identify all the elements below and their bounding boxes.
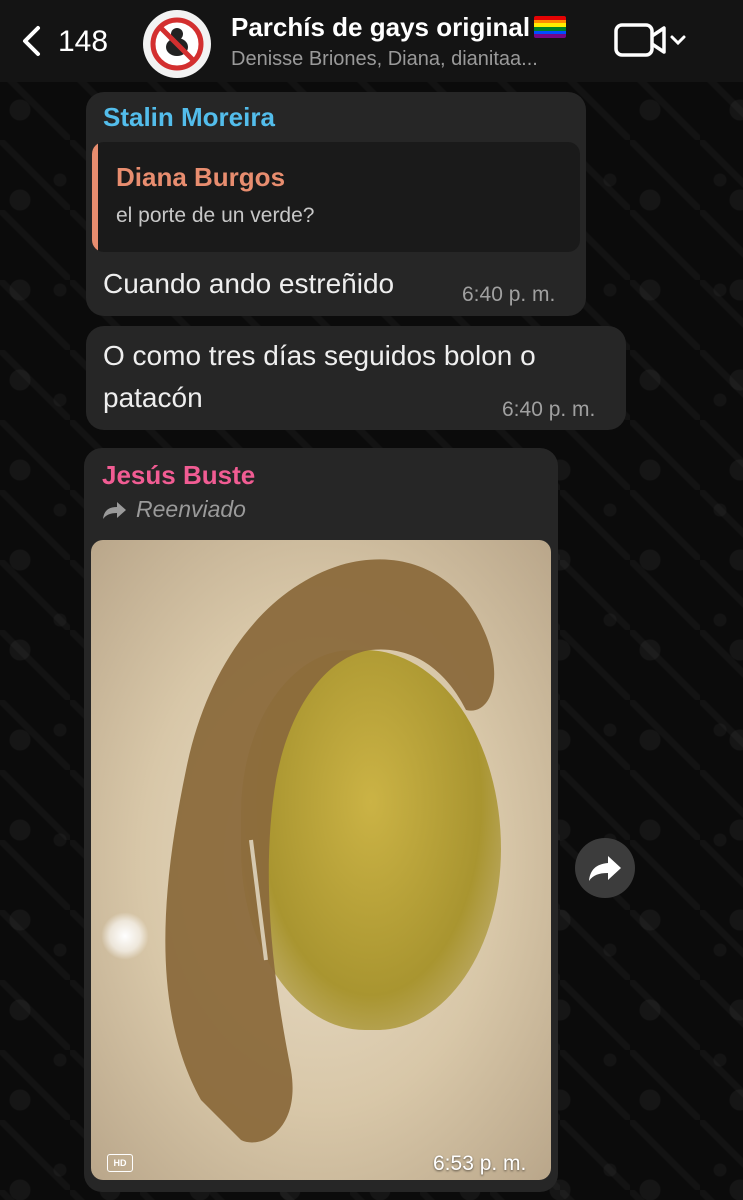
forwarded-text: Reenviado [136, 496, 246, 522]
message-text-line-2: patacón [103, 382, 203, 413]
forward-arrow-icon [103, 502, 126, 519]
quoted-author: Diana Burgos [116, 162, 286, 192]
sender-name[interactable]: Stalin Moreira [103, 102, 275, 133]
forwarded-label: Reenviado [102, 496, 246, 523]
light-glare [101, 912, 149, 960]
chat-participants: Denisse Briones, Diana, dianitaa... [231, 48, 538, 70]
message-time: 6:40 p. m. [502, 398, 596, 421]
photo-subject [165, 559, 495, 1143]
chat-title: Parchís de gays original [231, 12, 531, 42]
message-bubble[interactable]: Stalin Moreira Diana Burgos el porte de … [86, 92, 586, 316]
rainbow-flag-icon [534, 16, 567, 38]
share-button[interactable] [575, 838, 635, 898]
video-camera-icon [614, 23, 686, 57]
chat-title-row: Parchís de gays original [231, 12, 567, 43]
photo-attachment[interactable]: HD 6:53 p. m. [91, 540, 551, 1180]
chevron-down-icon [670, 35, 686, 46]
group-avatar[interactable] [143, 10, 211, 78]
message-time: 6:40 p. m. [462, 283, 556, 306]
message-text: Cuando ando estreñido [103, 268, 395, 299]
chat-header: 148 Parchís de gays original Denisse Bri… [0, 0, 743, 82]
message-time: 6:53 p. m. [433, 1152, 527, 1175]
message-bubble[interactable]: Jesús Buste Reenviado HD 6:53 p. m. [84, 448, 558, 1192]
message-text-line-1: O como tres días seguidos bolon o [103, 340, 536, 371]
no-entry-icon [150, 17, 204, 71]
share-icon [589, 856, 621, 881]
chevron-left-icon [23, 26, 40, 56]
unread-count: 148 [58, 25, 109, 58]
hd-badge: HD [107, 1154, 133, 1172]
sender-name[interactable]: Jesús Buste [102, 460, 255, 491]
video-call-button[interactable] [612, 20, 692, 62]
back-button[interactable]: 148 [10, 14, 120, 68]
quote-accent-bar [92, 142, 98, 252]
quoted-text: el porte de un verde? [116, 204, 315, 227]
message-bubble[interactable]: O como tres días seguidos bolon o patacó… [86, 326, 626, 430]
chat-info[interactable]: Parchís de gays original Denisse Briones… [231, 12, 601, 74]
quoted-message[interactable]: Diana Burgos el porte de un verde? [92, 142, 580, 252]
